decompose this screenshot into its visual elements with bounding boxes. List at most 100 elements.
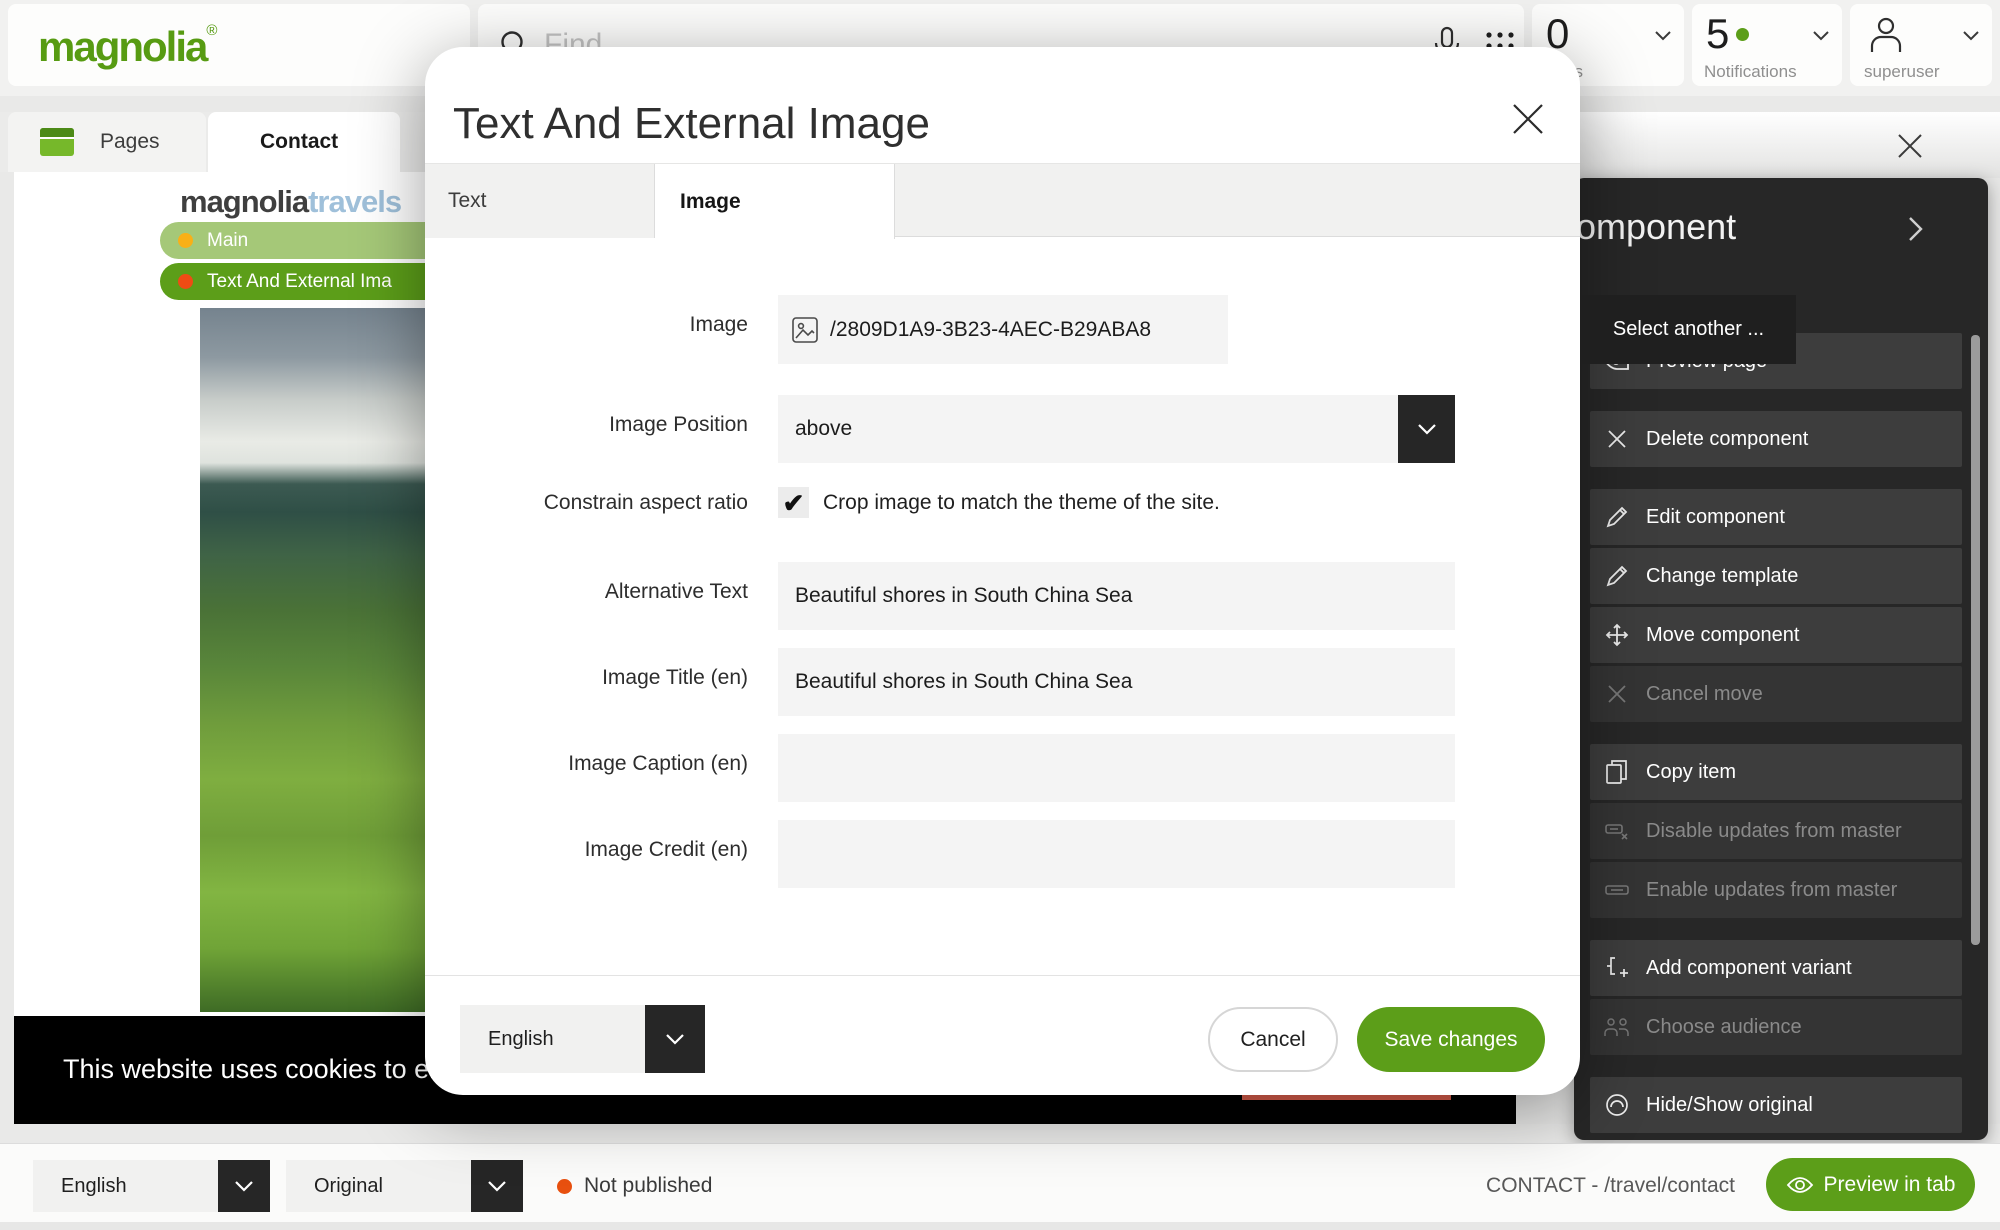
action-copy-item[interactable]: Copy item <box>1590 744 1962 800</box>
chevron-down-icon[interactable] <box>471 1160 523 1212</box>
checkmark-icon: ✔ <box>783 490 805 516</box>
action-add-component-variant[interactable]: Add component variant <box>1590 940 1962 996</box>
chevron-down-icon[interactable] <box>1812 30 1830 42</box>
user-label: superuser <box>1864 62 1940 82</box>
image-position-select[interactable]: above <box>778 395 1455 463</box>
statusbar-version-select[interactable]: Original <box>286 1160 523 1212</box>
chevron-down-icon[interactable] <box>645 1005 705 1073</box>
chevron-right-icon[interactable] <box>1908 216 1924 242</box>
notifications-label: Notifications <box>1704 62 1797 82</box>
audience-people-icon <box>1604 1017 1630 1037</box>
dialog-footer-divider <box>425 975 1580 976</box>
save-changes-button[interactable]: Save changes <box>1357 1007 1545 1072</box>
panel-title: omponent <box>1576 206 1736 248</box>
image-reference-value: /2809D1A9-3B23-4AEC-B29ABA8 <box>830 318 1151 342</box>
notification-dot <box>1736 28 1749 41</box>
area-badge-label: Main <box>207 230 248 252</box>
field-label-image-title: Image Title (en) <box>458 666 748 690</box>
chevron-down-icon[interactable] <box>1654 30 1672 42</box>
copy-icon <box>1604 760 1630 784</box>
tab-image-label: Image <box>680 190 741 214</box>
tab-contact[interactable]: Contact <box>208 112 400 172</box>
action-edit-component[interactable]: Edit component <box>1590 489 1962 545</box>
image-title-input[interactable]: Beautiful shores in South China Sea <box>778 648 1455 716</box>
action-disable-updates: Disable updates from master <box>1590 803 1962 859</box>
status-dot-yellow <box>178 233 193 248</box>
user-menu[interactable]: superuser <box>1850 4 1992 86</box>
select-another-button[interactable]: Select another ... <box>1581 295 1796 364</box>
action-choose-audience: Choose audience <box>1590 999 1962 1055</box>
cancel-button[interactable]: Cancel <box>1208 1007 1338 1072</box>
pencil-icon <box>1604 506 1630 528</box>
preview-in-tab-button[interactable]: Preview in tab <box>1766 1158 1975 1211</box>
publish-status-dot <box>557 1179 572 1194</box>
tab-pages[interactable]: Pages <box>8 112 206 172</box>
action-label: Copy item <box>1646 761 1736 784</box>
field-label-constrain-aspect-ratio: Constrain aspect ratio <box>458 491 748 515</box>
field-label-image-caption: Image Caption (en) <box>458 752 748 776</box>
add-variant-icon <box>1604 956 1630 980</box>
status-bar: English Original Not published CONTACT -… <box>0 1143 2000 1222</box>
magnolia-logo: magnolia® <box>38 22 217 71</box>
action-move-component[interactable]: Move component <box>1590 607 1962 663</box>
action-cancel-move: Cancel move <box>1590 666 1962 722</box>
action-hide-show-original[interactable]: Hide/Show original <box>1590 1077 1962 1133</box>
action-label: Add component variant <box>1646 957 1852 980</box>
close-icon[interactable] <box>1510 101 1546 137</box>
magnolia-logo-card: magnolia® <box>8 4 470 86</box>
action-label: Enable updates from master <box>1646 879 1897 902</box>
statusbar-language-select[interactable]: English <box>33 1160 270 1212</box>
action-label: Edit component <box>1646 506 1785 529</box>
action-enable-updates: Enable updates from master <box>1590 862 1962 918</box>
close-icon[interactable] <box>1896 132 1924 160</box>
site-logo-dark: magnolia <box>180 184 308 219</box>
image-reference-field[interactable]: /2809D1A9-3B23-4AEC-B29ABA8 <box>778 295 1228 364</box>
cancel-x-icon <box>1604 684 1630 704</box>
tab-text-label: Text <box>448 189 487 213</box>
notifications-widget[interactable]: 5 Notifications <box>1692 4 1842 86</box>
landscape-image <box>200 308 454 1012</box>
app-screen: magnolia® 0 ks 5 Notifications <box>0 0 2000 1230</box>
statusbar-language-value: English <box>61 1175 218 1198</box>
action-delete-component[interactable]: Delete component <box>1590 411 1962 467</box>
panel-scrollbar[interactable] <box>1971 335 1980 945</box>
eye-icon <box>1786 1175 1814 1195</box>
field-label-image: Image <box>458 313 748 337</box>
component-action-list: Preview page Delete component Edit compo… <box>1590 330 1962 1133</box>
dialog-language-value: English <box>488 1028 645 1051</box>
tab-contact-label: Contact <box>260 130 338 154</box>
action-label: Delete component <box>1646 428 1808 451</box>
statusbar-version-value: Original <box>314 1175 471 1198</box>
delete-x-icon <box>1604 429 1630 449</box>
chevron-down-icon[interactable] <box>1398 395 1455 463</box>
user-icon <box>1866 14 1906 56</box>
action-label: Choose audience <box>1646 1016 1802 1039</box>
site-logo: magnoliatravels <box>180 184 401 220</box>
field-label-alternative-text: Alternative Text <box>458 580 748 604</box>
link-off-icon <box>1604 822 1630 840</box>
tab-image[interactable]: Image <box>655 164 895 239</box>
tab-text[interactable]: Text <box>425 164 655 238</box>
image-caption-input[interactable] <box>778 734 1455 802</box>
dialog-tab-bar: Text Image <box>425 163 1580 237</box>
image-credit-input[interactable] <box>778 820 1455 888</box>
bottom-edge <box>0 1222 2000 1230</box>
page-path: CONTACT - /travel/contact <box>1486 1174 1735 1198</box>
cookie-text: This website uses cookies to ens <box>63 1054 458 1085</box>
field-label-image-credit: Image Credit (en) <box>458 838 748 862</box>
alternative-text-input[interactable]: Beautiful shores in South China Sea <box>778 562 1455 630</box>
action-change-template[interactable]: Change template <box>1590 548 1962 604</box>
pencil-icon <box>1604 565 1630 587</box>
field-label-image-position: Image Position <box>458 413 748 437</box>
notifications-count: 5 <box>1706 10 1729 58</box>
dialog-language-select[interactable]: English <box>460 1005 705 1073</box>
status-dot-red <box>178 274 193 289</box>
magnolia-logo-text: magnolia <box>38 23 206 70</box>
publish-status-text: Not published <box>584 1174 712 1198</box>
alternative-text-value: Beautiful shores in South China Sea <box>795 584 1132 608</box>
chevron-down-icon[interactable] <box>218 1160 270 1212</box>
chevron-down-icon[interactable] <box>1962 30 1980 42</box>
constrain-aspect-ratio-checkbox[interactable]: ✔ <box>778 487 809 518</box>
component-badge-text-and-external-image[interactable]: Text And External Ima <box>160 263 456 300</box>
area-badge-main[interactable]: Main <box>160 222 456 259</box>
